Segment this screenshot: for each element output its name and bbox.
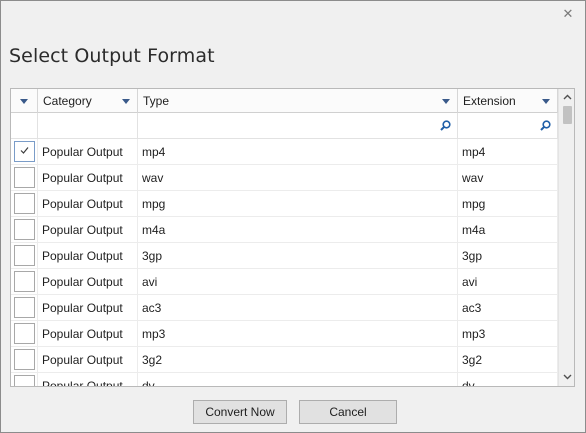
type-cell: dv: [138, 373, 458, 386]
row-checkbox[interactable]: [14, 349, 35, 370]
extension-cell: mp4: [458, 139, 558, 165]
chevron-down-icon: [563, 374, 572, 380]
table-row[interactable]: Popular Output wav wav: [11, 165, 558, 191]
extension-filter-cell[interactable]: [458, 113, 558, 139]
select-column-header[interactable]: [11, 89, 38, 113]
extension-cell: mp3: [458, 321, 558, 347]
category-cell: Popular Output: [38, 269, 138, 295]
extension-cell: wav: [458, 165, 558, 191]
row-checkbox[interactable]: [14, 323, 35, 344]
checkbox-cell: [11, 191, 38, 217]
dialog-title: Select Output Format: [9, 45, 215, 67]
extension-column-header[interactable]: Extension: [458, 89, 558, 113]
convert-now-button[interactable]: Convert Now: [193, 400, 287, 424]
category-column-header[interactable]: Category: [38, 89, 138, 113]
category-cell: Popular Output: [38, 243, 138, 269]
select-output-format-dialog: ✕ Select Output Format Category Type Ext…: [0, 0, 586, 433]
checkbox-cell: [11, 269, 38, 295]
vertical-scrollbar[interactable]: [558, 89, 574, 386]
table-row[interactable]: Popular Output 3g2 3g2: [11, 347, 558, 373]
checkmark-icon: [20, 147, 29, 154]
category-cell: Popular Output: [38, 139, 138, 165]
row-checkbox[interactable]: [14, 271, 35, 292]
checkbox-cell: [11, 321, 38, 347]
close-icon: ✕: [562, 6, 574, 21]
chevron-up-icon: [563, 94, 572, 100]
cancel-button[interactable]: Cancel: [299, 400, 397, 424]
extension-cell: dv: [458, 373, 558, 386]
type-cell: 3gp: [138, 243, 458, 269]
table-row[interactable]: Popular Output ac3 ac3: [11, 295, 558, 321]
type-cell: mpg: [138, 191, 458, 217]
row-checkbox[interactable]: [14, 245, 35, 266]
checkbox-cell: [11, 139, 38, 165]
grid-rows: Popular Output mp4 mp4 Popular Output wa…: [11, 139, 558, 386]
extension-cell: 3g2: [458, 347, 558, 373]
grid-filter-row: [11, 113, 558, 139]
category-filter-cell[interactable]: [38, 113, 138, 139]
row-checkbox[interactable]: [14, 375, 35, 386]
extension-cell: ac3: [458, 295, 558, 321]
caret-down-icon[interactable]: [442, 99, 450, 104]
checkbox-cell: [11, 217, 38, 243]
checkbox-cell: [11, 347, 38, 373]
scroll-up-button[interactable]: [559, 89, 574, 106]
table-row[interactable]: Popular Output dv dv: [11, 373, 558, 386]
row-checkbox[interactable]: [14, 167, 35, 188]
search-icon[interactable]: [540, 120, 551, 131]
table-row[interactable]: Popular Output mp4 mp4: [11, 139, 558, 165]
category-cell: Popular Output: [38, 321, 138, 347]
search-icon[interactable]: [440, 120, 451, 131]
type-header-label: Type: [143, 94, 170, 108]
extension-cell: mpg: [458, 191, 558, 217]
category-cell: Popular Output: [38, 191, 138, 217]
category-cell: Popular Output: [38, 373, 138, 386]
extension-header-label: Extension: [463, 94, 516, 108]
table-row[interactable]: Popular Output avi avi: [11, 269, 558, 295]
caret-down-icon[interactable]: [20, 99, 28, 104]
type-cell: mp4: [138, 139, 458, 165]
checkbox-cell: [11, 243, 38, 269]
category-cell: Popular Output: [38, 217, 138, 243]
row-checkbox[interactable]: [14, 141, 35, 162]
type-cell: 3g2: [138, 347, 458, 373]
extension-cell: avi: [458, 269, 558, 295]
table-row[interactable]: Popular Output m4a m4a: [11, 217, 558, 243]
category-cell: Popular Output: [38, 347, 138, 373]
type-column-header[interactable]: Type: [138, 89, 458, 113]
type-cell: m4a: [138, 217, 458, 243]
row-checkbox[interactable]: [14, 297, 35, 318]
extension-cell: 3gp: [458, 243, 558, 269]
category-cell: Popular Output: [38, 165, 138, 191]
checkbox-cell: [11, 373, 38, 386]
select-filter-cell: [11, 113, 38, 139]
type-cell: mp3: [138, 321, 458, 347]
checkbox-cell: [11, 295, 38, 321]
type-cell: ac3: [138, 295, 458, 321]
table-row[interactable]: Popular Output mpg mpg: [11, 191, 558, 217]
row-checkbox[interactable]: [14, 193, 35, 214]
type-filter-cell[interactable]: [138, 113, 458, 139]
scroll-down-button[interactable]: [559, 369, 574, 386]
type-cell: wav: [138, 165, 458, 191]
category-cell: Popular Output: [38, 295, 138, 321]
table-row[interactable]: Popular Output mp3 mp3: [11, 321, 558, 347]
close-button[interactable]: ✕: [561, 7, 575, 21]
caret-down-icon[interactable]: [542, 99, 550, 104]
table-row[interactable]: Popular Output 3gp 3gp: [11, 243, 558, 269]
format-grid: Category Type Extension Popular Output m…: [10, 88, 575, 387]
type-cell: avi: [138, 269, 458, 295]
extension-cell: m4a: [458, 217, 558, 243]
caret-down-icon[interactable]: [122, 99, 130, 104]
row-checkbox[interactable]: [14, 219, 35, 240]
scrollbar-thumb[interactable]: [563, 106, 572, 124]
grid-header-row: Category Type Extension: [11, 89, 558, 113]
category-header-label: Category: [43, 94, 92, 108]
checkbox-cell: [11, 165, 38, 191]
